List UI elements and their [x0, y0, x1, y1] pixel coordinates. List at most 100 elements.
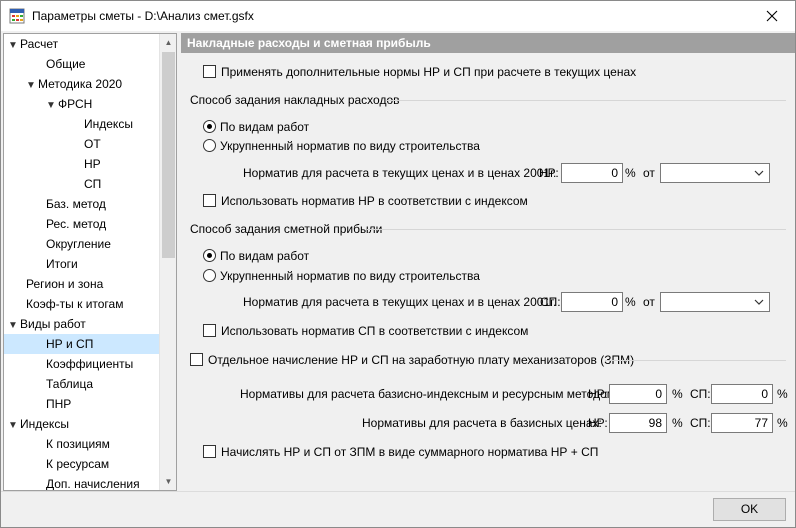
tree-item[interactable]: Рес. метод [46, 214, 106, 234]
overhead-nr-label: НР: [539, 166, 559, 180]
expand-chevron-icon[interactable]: ▼ [24, 76, 38, 96]
expand-chevron-icon[interactable]: ▼ [6, 316, 20, 336]
scroll-thumb[interactable] [162, 52, 175, 258]
tree-item[interactable]: ▼ Виды работ [6, 314, 86, 334]
tree-item[interactable]: Доп. начисления [46, 474, 140, 491]
checkbox-box[interactable] [203, 65, 216, 78]
tree-item-label: ОТ [84, 137, 101, 151]
close-button[interactable] [749, 1, 795, 31]
profit-use-index-checkbox[interactable]: Использовать норматив СП в соответствии … [203, 323, 528, 339]
base-index-label: Нормативы для расчета базисно-индексным … [240, 387, 619, 401]
tree-item[interactable]: НР [84, 154, 101, 174]
radio-label: По видам работ [220, 249, 310, 263]
base-prices-label: Нормативы для расчета в базисных ценах: [362, 416, 602, 430]
tree-item-label: К ресурсам [46, 457, 110, 471]
profit-enlarged-radio[interactable]: Укрупненный норматив по виду строительст… [203, 268, 480, 284]
radio-selected[interactable] [203, 249, 216, 262]
percent-label: % [625, 295, 636, 309]
tree-item-label: Методика 2020 [38, 77, 123, 91]
ok-button[interactable]: OK [713, 498, 786, 521]
tree-item-label: Доп. начисления [46, 477, 140, 491]
tree-item[interactable]: ОТ [84, 134, 101, 154]
tree-item[interactable]: Общие [46, 54, 85, 74]
bi-sp-label: СП: [690, 387, 711, 401]
bi-sp-input[interactable]: 0 [711, 384, 773, 404]
radio-unselected[interactable] [203, 269, 216, 282]
apply-extra-norms-checkbox[interactable]: Применять дополнительные нормы НР и СП п… [203, 64, 636, 80]
radio-selected[interactable] [203, 120, 216, 133]
tree-item-label: Таблица [46, 377, 94, 391]
checkbox-label: Отдельное начисление НР и СП на заработн… [208, 353, 635, 367]
tree-item[interactable]: Итоги [46, 254, 78, 274]
overhead-use-index-checkbox[interactable]: Использовать норматив НР в соответствии … [203, 193, 528, 209]
title-bar: Параметры сметы - D:\Анализ смет.gsfx [1, 1, 795, 31]
expand-chevron-icon[interactable]: ▼ [6, 36, 20, 56]
tree-item[interactable]: ПНР [46, 394, 71, 414]
tree-item-label: Коэффициенты [46, 357, 134, 371]
tree-item-label: Итоги [46, 257, 78, 271]
bi-nr-input[interactable]: 0 [609, 384, 667, 404]
tree-item[interactable]: НР и СП [4, 334, 159, 354]
tree-item[interactable]: ▼ ФРСН [44, 94, 92, 114]
params-window: Параметры сметы - D:\Анализ смет.gsfx ▼ Р… [0, 0, 796, 528]
checkbox-label: Применять дополнительные нормы НР и СП п… [221, 65, 637, 79]
bp-sp-input[interactable]: 77 [711, 413, 773, 433]
tree-item[interactable]: Баз. метод [46, 194, 106, 214]
tree-item-label: Индексы [20, 417, 69, 431]
tree-item-label: Общие [46, 57, 86, 71]
radio-unselected[interactable] [203, 139, 216, 152]
tree-item[interactable]: ▼ Методика 2020 [24, 74, 122, 94]
profit-sp-input[interactable]: 0 [561, 292, 623, 312]
settings-tree[interactable]: ▼ Расчет Общие ▼ Методика 2020 ▼ ФРСН Индексы ОТ… [3, 33, 177, 491]
tree-item[interactable]: ▼ Индексы [6, 414, 69, 434]
scroll-up-icon[interactable]: ▲ [160, 34, 176, 51]
tree-item[interactable]: Регион и зона [26, 274, 103, 294]
percent-label: % [625, 166, 636, 180]
tree-item-label: Расчет [20, 37, 59, 51]
profit-by-work-radio[interactable]: По видам работ [203, 248, 309, 264]
tree-item[interactable]: Коэф-ты к итогам [26, 294, 123, 314]
scroll-down-icon[interactable]: ▼ [160, 473, 176, 490]
group-divider [605, 360, 786, 361]
tree-item-label: Коэф-ты к итогам [26, 297, 124, 311]
checkbox-box[interactable] [203, 194, 216, 207]
footer-divider [1, 491, 795, 492]
radio-label: Укрупненный норматив по виду строительст… [220, 139, 480, 153]
tree-item[interactable]: Индексы [84, 114, 133, 134]
tree-item[interactable]: Округление [46, 234, 111, 254]
percent-label: % [777, 416, 788, 430]
overhead-nr-input[interactable]: 0 [561, 163, 623, 183]
tree-item[interactable]: СП [84, 174, 101, 194]
overhead-enlarged-radio[interactable]: Укрупненный норматив по виду строительст… [203, 138, 480, 154]
expand-chevron-icon[interactable]: ▼ [6, 416, 20, 436]
tree-scrollbar[interactable]: ▲ ▼ [159, 34, 176, 490]
chevron-down-icon [754, 170, 764, 176]
bi-nr-label: НР: [588, 387, 608, 401]
tree-item-label: СП [84, 177, 102, 191]
expand-chevron-icon[interactable]: ▼ [44, 96, 58, 116]
percent-label: % [672, 416, 683, 430]
tree-item[interactable]: Коэффициенты [46, 354, 133, 374]
overhead-by-work-radio[interactable]: По видам работ [203, 119, 309, 135]
percent-label: % [672, 387, 683, 401]
calc-from-zpm-checkbox[interactable]: Начислять НР и СП от ЗПМ в виде суммарно… [203, 444, 598, 460]
window-title: Параметры сметы - D:\Анализ смет.gsfx [32, 9, 254, 23]
chevron-down-icon [754, 299, 764, 305]
checkbox-box[interactable] [190, 353, 203, 366]
profit-base-select[interactable] [660, 292, 770, 312]
tree-item-label: Регион и зона [26, 277, 104, 291]
tree-item-label: Баз. метод [46, 197, 106, 211]
tree-item[interactable]: Таблица [46, 374, 93, 394]
checkbox-box[interactable] [203, 445, 216, 458]
tree-item[interactable]: К ресурсам [46, 454, 109, 474]
bp-sp-label: СП: [690, 416, 711, 430]
tree-item[interactable]: К позициям [46, 434, 110, 454]
overhead-base-select[interactable] [660, 163, 770, 183]
separate-zpm-checkbox[interactable]: Отдельное начисление НР и СП на заработн… [190, 352, 634, 368]
bp-nr-input[interactable]: 98 [609, 413, 667, 433]
overhead-norm-label: Норматив для расчета в текущих ценах и в… [243, 166, 557, 180]
checkbox-box[interactable] [203, 324, 216, 337]
tree-item[interactable]: ▼ Расчет [6, 34, 58, 54]
bp-nr-label: НР: [588, 416, 608, 430]
radio-label: Укрупненный норматив по виду строительст… [220, 269, 480, 283]
